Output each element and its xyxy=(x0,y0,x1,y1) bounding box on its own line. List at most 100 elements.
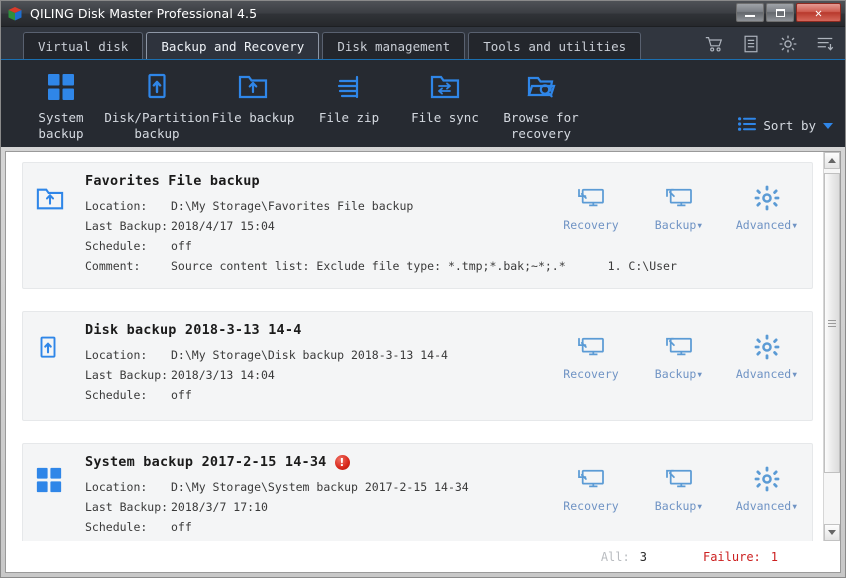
content-area: Favorites File backup Location: D:\My St… xyxy=(5,151,841,541)
monitor-restore-icon xyxy=(577,183,605,213)
scroll-up-button[interactable] xyxy=(824,152,840,169)
sort-by-label: Sort by xyxy=(763,118,816,133)
recovery-label: Recovery xyxy=(563,218,619,232)
toolbar-system-backup[interactable]: System backup xyxy=(13,70,109,147)
toolbar-browse-for-recovery[interactable]: Browse for recovery xyxy=(493,70,589,147)
log-icon[interactable] xyxy=(741,34,761,54)
page-title: Disk backup 2018-3-13 14-4 xyxy=(85,322,302,338)
status-bar: All: 3 Failure: 1 xyxy=(5,541,841,573)
titlebar-tool-icons xyxy=(704,34,835,54)
last-backup-value: 2018/4/17 15:04 xyxy=(171,219,275,233)
tab-backup-and-recovery[interactable]: Backup and Recovery xyxy=(146,32,320,59)
recovery-label: Recovery xyxy=(563,367,619,381)
cart-icon[interactable] xyxy=(704,34,724,54)
monitor-backup-icon xyxy=(665,183,693,213)
monitor-backup-icon xyxy=(665,464,693,494)
vertical-scrollbar[interactable] xyxy=(823,152,840,541)
last-backup-value: 2018/3/13 14:04 xyxy=(171,368,275,382)
card-schedule-row: Schedule: off xyxy=(85,385,800,405)
comment-extra: 1. C:\User xyxy=(607,259,677,273)
backup-task-card[interactable]: Favorites File backup Location: D:\My St… xyxy=(22,162,813,289)
last-backup-value: 2018/3/7 17:10 xyxy=(171,500,268,514)
backup-button[interactable]: Backup▾ xyxy=(648,464,710,513)
last-backup-label: Last Backup: xyxy=(85,368,169,382)
toolbar-label: Browse for recovery xyxy=(503,110,579,141)
page-title: Favorites File backup xyxy=(85,173,260,189)
comment-label: Comment: xyxy=(85,259,141,273)
status-failure-value: 1 xyxy=(770,549,778,564)
window-controls: ✕ xyxy=(736,3,841,22)
error-status-badge: ! xyxy=(334,454,350,470)
tab-virtual-disk[interactable]: Virtual disk xyxy=(23,32,144,59)
backup-task-card[interactable]: Disk backup 2018-3-13 14-4 Location: D:\… xyxy=(22,311,813,421)
status-all-value: 3 xyxy=(639,549,647,564)
card-schedule-row: Schedule: off xyxy=(85,517,800,537)
location-value: D:\My Storage\System backup 2017-2-15 14… xyxy=(171,480,469,494)
scrollbar-thumb[interactable] xyxy=(824,173,840,473)
grip-icon xyxy=(828,318,836,329)
grid-icon xyxy=(35,454,81,540)
advanced-label: Advanced▾ xyxy=(735,367,799,381)
toolbar-file-sync[interactable]: File sync xyxy=(397,70,493,147)
recovery-button[interactable]: Recovery xyxy=(560,332,622,381)
comment-main: Source content list: Exclude file type: … xyxy=(171,259,566,273)
toolbar-label: File sync xyxy=(411,110,479,125)
schedule-label: Schedule: xyxy=(85,388,148,402)
recovery-button[interactable]: Recovery xyxy=(560,183,622,232)
advanced-label: Advanced▾ xyxy=(735,218,799,232)
grid-icon xyxy=(46,70,76,104)
last-backup-label: Last Backup: xyxy=(85,500,169,514)
folder-search-icon xyxy=(525,70,557,104)
disk-arrow-icon xyxy=(142,70,172,104)
backup-button[interactable]: Backup▾ xyxy=(648,332,710,381)
location-label: Location: xyxy=(85,199,148,213)
schedule-value: off xyxy=(171,388,192,402)
card-comment-row: Comment: Source content list: Exclude fi… xyxy=(85,256,800,276)
schedule-value: off xyxy=(171,239,192,253)
toolbar-label: System backup xyxy=(38,110,84,141)
title-bar: QILING Disk Master Professional 4.5 ✕ xyxy=(1,1,845,27)
toolbar-file-zip[interactable]: File zip xyxy=(301,70,397,147)
backup-button[interactable]: Backup▾ xyxy=(648,183,710,232)
gear-icon xyxy=(754,464,780,494)
tab-tools-and-utilities[interactable]: Tools and utilities xyxy=(468,32,642,59)
disk-arrow-icon xyxy=(35,322,81,408)
status-failure: Failure: 1 xyxy=(703,550,778,564)
close-button[interactable]: ✕ xyxy=(796,3,841,22)
location-label: Location: xyxy=(85,480,148,494)
card-schedule-row: Schedule: off xyxy=(85,236,800,256)
card-actions: Recovery Backup▾ Advanced▾ xyxy=(560,332,798,381)
app-window: QILING Disk Master Professional 4.5 ✕ Vi… xyxy=(0,0,846,578)
sort-by-button[interactable]: Sort by xyxy=(738,117,833,134)
scroll-down-button[interactable] xyxy=(824,524,840,541)
gear-icon[interactable] xyxy=(778,34,798,54)
maximize-button[interactable] xyxy=(766,3,794,22)
gear-icon xyxy=(754,332,780,362)
scrollbar-track[interactable] xyxy=(824,169,840,524)
folder-arrow-icon xyxy=(237,70,269,104)
toolbar-file-backup[interactable]: File backup xyxy=(205,70,301,147)
recovery-button[interactable]: Recovery xyxy=(560,464,622,513)
toolbar-label: Disk/Partition backup xyxy=(104,110,210,141)
window-title: QILING Disk Master Professional 4.5 xyxy=(30,6,258,21)
toolbar-label: File zip xyxy=(318,110,380,125)
backup-task-card[interactable]: System backup 2017-2-15 14-34 ! Location… xyxy=(22,443,813,541)
cube-icon xyxy=(7,6,23,22)
monitor-restore-icon xyxy=(577,464,605,494)
gear-icon xyxy=(754,183,780,213)
status-all: All: 3 xyxy=(601,550,647,564)
advanced-button[interactable]: Advanced▾ xyxy=(736,464,798,513)
tab-bar: Virtual disk Backup and Recovery Disk ma… xyxy=(1,27,845,60)
schedule-label: Schedule: xyxy=(85,239,148,253)
status-all-label: All: xyxy=(600,549,630,564)
advanced-button[interactable]: Advanced▾ xyxy=(736,183,798,232)
monitor-restore-icon xyxy=(577,332,605,362)
backup-label: Backup▾ xyxy=(654,367,704,381)
menu-icon[interactable] xyxy=(815,34,835,54)
chevron-down-icon xyxy=(823,122,833,129)
tab-disk-management[interactable]: Disk management xyxy=(322,32,466,59)
minimize-button[interactable] xyxy=(736,3,764,22)
advanced-button[interactable]: Advanced▾ xyxy=(736,332,798,381)
toolbar-disk-partition-backup[interactable]: Disk/Partition backup xyxy=(104,70,210,147)
monitor-backup-icon xyxy=(665,332,693,362)
